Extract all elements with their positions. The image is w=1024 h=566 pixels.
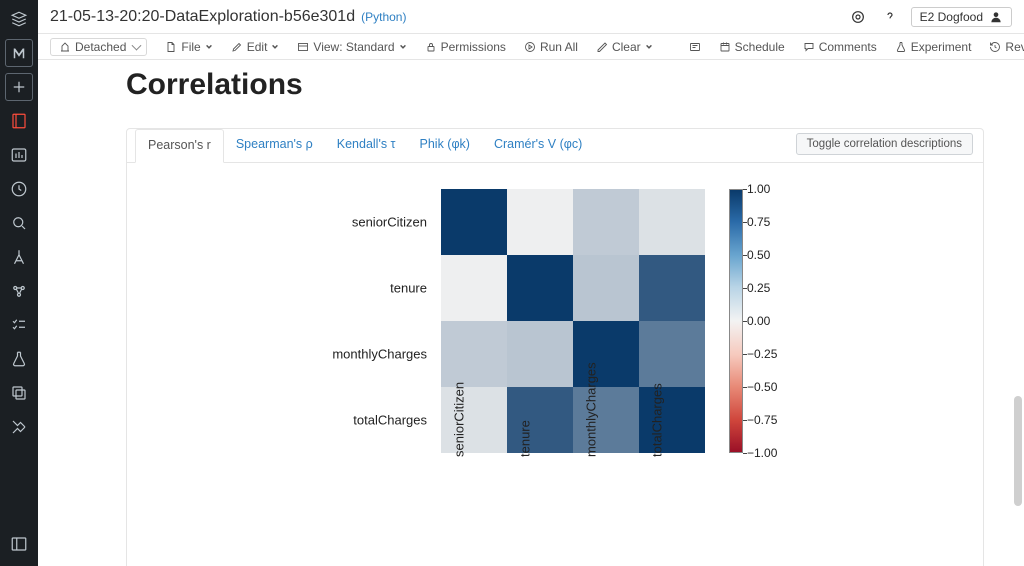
tab-spearman[interactable]: Spearman's ρ <box>224 129 325 162</box>
heatmap-cell <box>639 255 705 321</box>
colorbar-tick: 0.00 <box>747 314 770 328</box>
edit-menu[interactable]: Edit <box>231 40 280 54</box>
toggle-descriptions-button[interactable]: Toggle correlation descriptions <box>796 133 973 155</box>
view-menu[interactable]: View: Standard <box>297 40 406 54</box>
top-header: 21-05-13-20:20-DataExploration-b56e301d … <box>38 0 1024 34</box>
heatmap-xlabel: tenure <box>518 420 533 457</box>
tab-kendall[interactable]: Kendall's τ <box>325 129 408 162</box>
colorbar-tick: −0.25 <box>747 347 777 361</box>
notebook-title[interactable]: 21-05-13-20:20-DataExploration-b56e301d <box>50 8 355 26</box>
flask-icon[interactable] <box>5 345 33 373</box>
plus-icon[interactable] <box>5 73 33 101</box>
run-all-button[interactable]: Run All <box>524 40 578 54</box>
stack-icon[interactable] <box>5 5 33 33</box>
help-icon[interactable] <box>879 6 901 28</box>
heatmap-ylabel: seniorCitizen <box>352 215 427 230</box>
heatmap-ylabel: totalCharges <box>353 413 427 428</box>
correlation-card: Pearson's r Spearman's ρ Kendall's τ Phi… <box>126 128 984 566</box>
variables-icon[interactable] <box>5 141 33 169</box>
notebook-icon[interactable] <box>5 107 33 135</box>
colorbar-tick: 0.25 <box>747 281 770 295</box>
heatmap-cell <box>639 189 705 255</box>
colorbar <box>729 189 743 453</box>
comments-button[interactable]: Comments <box>803 40 877 54</box>
copy-icon[interactable] <box>5 379 33 407</box>
heatmap-cell <box>441 255 507 321</box>
permissions-button[interactable]: Permissions <box>425 40 506 54</box>
experiment-button[interactable]: Experiment <box>895 40 972 54</box>
notebook-body: Correlations Pearson's r Spearman's ρ Ke… <box>38 60 1024 566</box>
notebook-language[interactable]: (Python) <box>361 10 406 24</box>
heatmap-xlabel: totalCharges <box>650 383 665 457</box>
section-heading: Correlations <box>126 68 984 102</box>
correlation-heatmap: seniorCitizen tenure monthlyCharges totalCh… <box>235 189 875 559</box>
heatmap-xlabel: seniorCitizen <box>452 382 467 457</box>
panel-icon[interactable] <box>5 530 33 558</box>
colorbar-tick: −0.50 <box>747 380 777 394</box>
file-menu[interactable]: File <box>165 40 212 54</box>
tab-cramers[interactable]: Cramér's V (φc) <box>482 129 594 162</box>
colorbar-tick: 0.75 <box>747 215 770 229</box>
model-b-icon[interactable] <box>5 277 33 305</box>
heatmap-cell <box>573 189 639 255</box>
tab-phik[interactable]: Phik (φk) <box>408 129 482 162</box>
user-menu[interactable]: E2 Dogfood <box>911 7 1012 27</box>
heatmap-cell <box>441 189 507 255</box>
colorbar-tick: −0.75 <box>747 413 777 427</box>
target-icon[interactable] <box>847 6 869 28</box>
left-icon-rail <box>0 0 38 566</box>
heatmap-cell <box>507 255 573 321</box>
tab-pearson[interactable]: Pearson's r <box>135 129 224 163</box>
schedule-button[interactable]: Schedule <box>719 40 785 54</box>
results-icon[interactable] <box>689 41 701 53</box>
colorbar-tick: 0.50 <box>747 248 770 262</box>
attach-label: Detached <box>75 40 126 54</box>
heatmap-cell <box>507 321 573 387</box>
search-icon[interactable] <box>5 209 33 237</box>
notebook-toolbar: Detached File Edit View: Standard Permis… <box>38 34 1024 60</box>
correlation-tabs: Pearson's r Spearman's ρ Kendall's τ Phi… <box>127 129 983 163</box>
heatmap-cell <box>639 321 705 387</box>
heatmap-cell <box>507 189 573 255</box>
model-a-icon[interactable] <box>5 243 33 271</box>
m-icon[interactable] <box>5 39 33 67</box>
heatmap-ylabel: tenure <box>390 281 427 296</box>
colorbar-tick: −1.00 <box>747 446 777 460</box>
clear-menu[interactable]: Clear <box>596 40 653 54</box>
colorbar-tick: 1.00 <box>747 182 770 196</box>
time-icon[interactable] <box>5 175 33 203</box>
heatmap-xlabel: monthlyCharges <box>584 362 599 457</box>
heatmap-cell <box>441 321 507 387</box>
heatmap-cell <box>573 255 639 321</box>
scrollbar-thumb[interactable] <box>1014 396 1022 506</box>
user-label: E2 Dogfood <box>920 10 983 24</box>
revision-history-button[interactable]: Revision history <box>989 40 1024 54</box>
tasks-icon[interactable] <box>5 311 33 339</box>
attach-cluster-dropdown[interactable]: Detached <box>50 38 147 56</box>
heatmap-ylabel: monthlyCharges <box>332 347 427 362</box>
graph-icon[interactable] <box>5 413 33 441</box>
